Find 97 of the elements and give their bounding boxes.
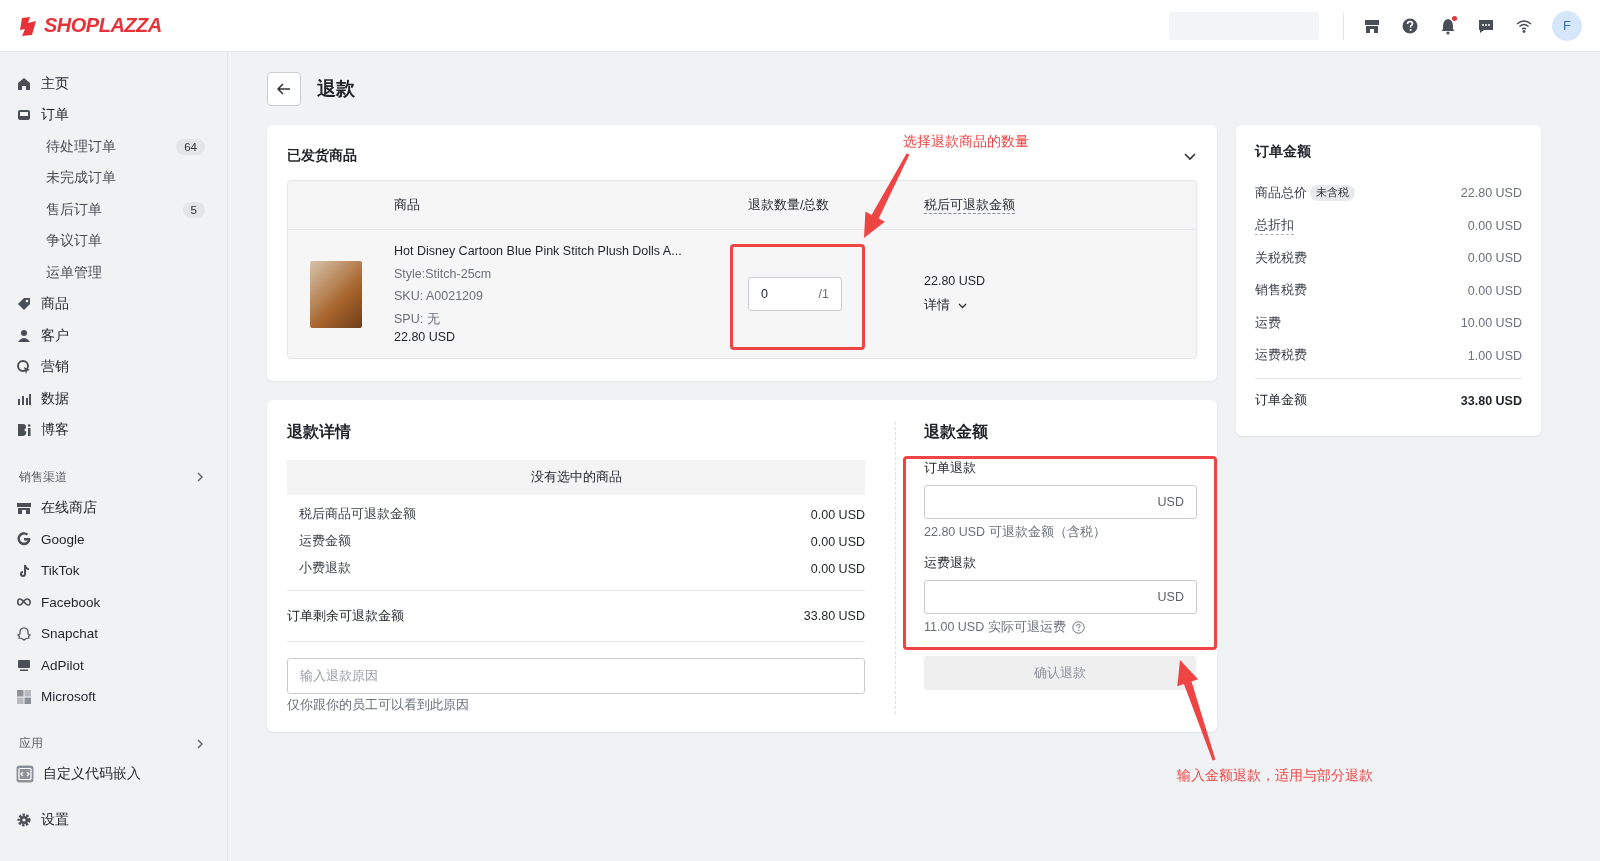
product-style: Style:Stitch-25cm xyxy=(394,267,493,281)
summary-label: 运费 xyxy=(1255,314,1281,332)
card-title: 订单金额 xyxy=(1255,143,1311,159)
product-spu: SPU: 无 xyxy=(394,311,441,328)
summary-value: 10.00 USD xyxy=(1460,316,1522,331)
refundable-amount: 22.80 USD xyxy=(924,274,987,288)
nav-item[interactable]: 自定义代码嵌入 xyxy=(16,758,205,790)
remaining-label: 订单剩余可退款金额 xyxy=(287,607,404,625)
photo-placeholder xyxy=(310,260,362,328)
annotation-text: 选择退款商品的数量 xyxy=(903,133,1029,151)
annotation-text: 输入金额退款，适用与部分退款 xyxy=(1177,767,1373,785)
helper-text: 11.00 USD 实际可退运费 xyxy=(924,619,1066,636)
windows-icon xyxy=(16,688,32,705)
summary-label: 总折扣 xyxy=(1255,216,1294,235)
section-title: 退款详情 xyxy=(287,422,352,442)
section-title: 退款金额 xyxy=(924,422,989,442)
column-header: 商品 xyxy=(394,197,420,212)
summary-value: 0.00 USD xyxy=(1467,283,1522,298)
summary-value: 0.00 USD xyxy=(1467,218,1522,233)
amount-field[interactable] xyxy=(924,580,1197,614)
summary-value: 22.80 USD xyxy=(1460,186,1522,201)
column-header: 退款数量/总数 xyxy=(748,197,830,212)
nav-subitem-label[interactable]: 运单管理 xyxy=(46,263,102,282)
page-title: 退款 xyxy=(317,77,355,101)
summary-label: 销售税费 xyxy=(1255,282,1307,300)
card-title: 已发货商品 xyxy=(287,147,357,165)
chevron-right-icon[interactable] xyxy=(195,738,205,749)
section-heading: 应用 xyxy=(19,736,43,751)
summary-label: 商品总价 xyxy=(1255,184,1307,202)
tag-icon xyxy=(16,296,32,313)
count-badge: 64 xyxy=(176,138,205,155)
nav-item[interactable]: 商品 xyxy=(16,288,205,320)
summary-value: 0.00 USD xyxy=(810,534,865,549)
currency-suffix: USD xyxy=(1157,495,1184,509)
person-icon xyxy=(16,327,32,344)
back-arrow-icon xyxy=(276,81,292,97)
summary-value: 0.00 USD xyxy=(810,561,865,576)
summary-label: 关税税费 xyxy=(1255,249,1307,267)
field-label: 订单退款 xyxy=(924,460,977,477)
summary-value: 0.00 USD xyxy=(1467,251,1522,266)
logo-text: SHOPLAZZA xyxy=(44,14,162,37)
nav-item[interactable]: TikTok xyxy=(16,555,205,587)
nav-item[interactable]: Microsoft xyxy=(16,681,205,713)
nav-item[interactable]: 博客 xyxy=(16,414,205,446)
total-value: 33.80 USD xyxy=(1460,393,1522,408)
code-icon xyxy=(16,765,34,784)
nav-item[interactable]: Google xyxy=(16,523,205,555)
nav-item[interactable]: AdPilot xyxy=(16,649,205,681)
product-sku: SKU: A0021209 xyxy=(394,289,484,303)
summary-value: 1.00 USD xyxy=(1467,348,1522,363)
summary-label: 运费金额 xyxy=(299,533,351,550)
help-icon[interactable] xyxy=(1401,16,1419,35)
caret-icon xyxy=(958,301,967,310)
user-avatar[interactable]: F xyxy=(1552,10,1582,41)
bell-icon[interactable] xyxy=(1439,16,1457,35)
section-heading: 销售渠道 xyxy=(19,469,67,485)
nav-item[interactable]: 营销 xyxy=(16,351,205,383)
helper-text: 22.80 USD 可退款金额（含税） xyxy=(924,524,1106,541)
chevron-right-icon[interactable] xyxy=(195,472,205,482)
empty-notice: 没有选中的商品 xyxy=(287,460,865,495)
gear-icon xyxy=(16,811,32,828)
count-badge: 5 xyxy=(182,201,205,218)
nav-subitem-label[interactable]: 售后订单 xyxy=(46,200,102,219)
summary-label: 小费退款 xyxy=(299,560,351,577)
currency-suffix: USD xyxy=(1157,590,1184,604)
nav-subitem-label[interactable]: 争议订单 xyxy=(46,232,102,251)
home-icon xyxy=(16,75,32,92)
google-icon xyxy=(16,531,32,548)
blog-icon xyxy=(16,422,32,439)
total-label: 订单金额 xyxy=(1255,392,1307,409)
nav-item[interactable]: 订单 xyxy=(16,99,205,131)
summary-value: 0.00 USD xyxy=(810,507,865,522)
field-label: 运费退款 xyxy=(924,555,977,572)
column-header: 税后可退款金额 xyxy=(924,197,1015,214)
helper-text: 仅你跟你的员工可以看到此原因 xyxy=(287,697,470,714)
nav-item[interactable]: 在线商店 xyxy=(16,492,205,524)
nav-item[interactable]: Facebook xyxy=(16,586,205,618)
amount-field[interactable] xyxy=(924,485,1197,519)
nav-subitem-label[interactable]: 待处理订单 xyxy=(46,137,116,156)
remaining-value: 33.80 USD xyxy=(803,609,865,623)
product-price: 22.80 USD xyxy=(394,330,457,344)
tax-tag: 未含税 xyxy=(1310,185,1355,202)
nav-item[interactable]: 数据 xyxy=(16,383,205,415)
quantity-field[interactable]: 0 /1 xyxy=(748,277,842,311)
summary-label: 税后商品可退款金额 xyxy=(299,506,416,523)
nav-item[interactable]: 设置 xyxy=(16,804,205,836)
reason-field[interactable]: 输入退款原因 xyxy=(287,658,865,694)
ad-screen-icon xyxy=(16,657,32,674)
nav-subitem-label[interactable]: 未完成订单 xyxy=(46,169,116,188)
product-name[interactable]: Hot Disney Cartoon Blue Pink Stitch Plush Dolls A... xyxy=(394,244,748,258)
summary-label: 运费税费 xyxy=(1255,347,1307,365)
back-button[interactable] xyxy=(267,72,301,106)
nav-item[interactable]: 主页 xyxy=(16,68,205,100)
nav-item[interactable]: 客户 xyxy=(16,320,205,352)
details-toggle[interactable]: 详情 xyxy=(924,297,967,314)
ghost-icon xyxy=(16,625,32,642)
nav-item[interactable]: Snapchat xyxy=(16,618,205,650)
